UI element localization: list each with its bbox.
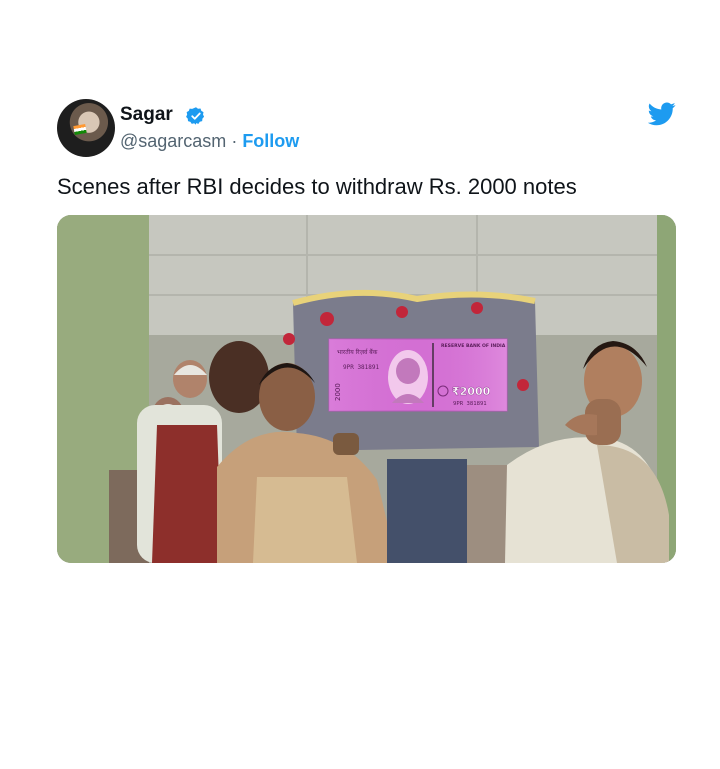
note-serial-bottom: 9PR 381891	[453, 401, 487, 407]
avatar-flag-paint	[73, 124, 87, 135]
author-display-name[interactable]: Sagar	[120, 104, 173, 126]
note-bank-label: RESERVE BANK OF INDIA	[441, 343, 506, 349]
tweet-media-image[interactable]: भारतीय रिज़र्व बैंक RESERVE BANK OF INDI…	[57, 215, 676, 563]
author-handle-line: @sagarcasm · Follow	[120, 131, 299, 152]
tweet-text: Scenes after RBI decides to withdraw Rs.…	[57, 174, 577, 199]
follow-button[interactable]: Follow	[242, 131, 299, 151]
twitter-bird-icon[interactable]	[648, 102, 676, 126]
note-vertical-value: 2000	[334, 383, 342, 401]
rupee-2000-note: भारतीय रिज़र्व बैंक RESERVE BANK OF INDI…	[328, 338, 508, 412]
note-serial-top: 9PR 381891	[343, 364, 380, 371]
verified-badge-icon	[186, 107, 205, 125]
note-denomination: ₹2000	[452, 385, 491, 398]
separator-dot: ·	[226, 131, 243, 151]
tweet-card: Sagar @sagarcasm · Follow Scenes after R…	[0, 0, 720, 769]
meme-scene: भारतीय रिज़र्व बैंक RESERVE BANK OF INDI…	[57, 215, 676, 563]
avatar[interactable]	[57, 99, 115, 157]
note-hindi-label: भारतीय रिज़र्व बैंक	[337, 348, 378, 356]
author-handle[interactable]: @sagarcasm	[120, 131, 226, 151]
